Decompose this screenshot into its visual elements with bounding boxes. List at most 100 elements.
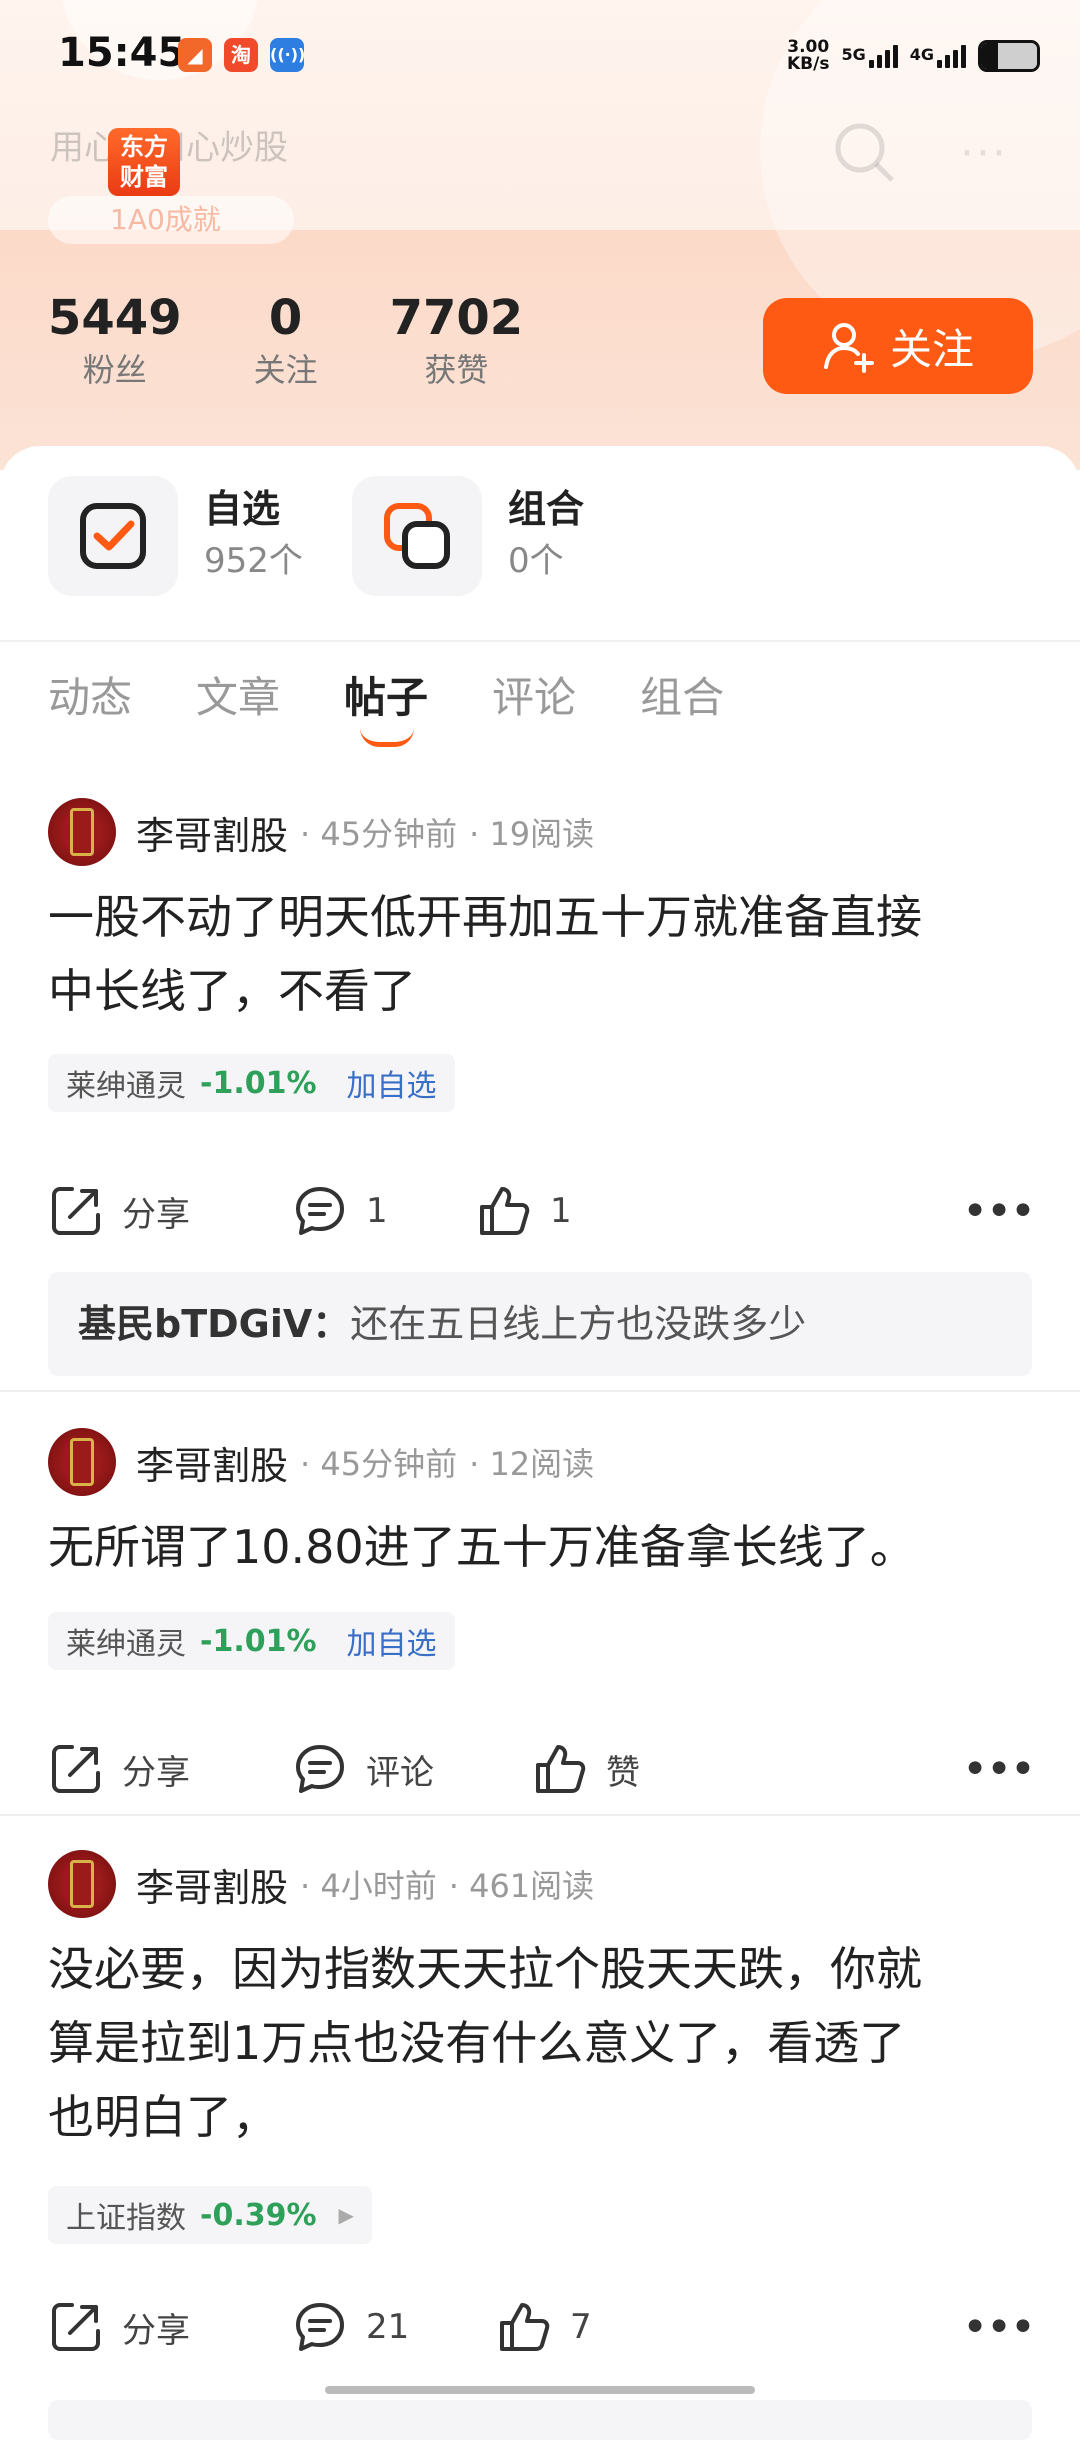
signal-5g-icon: 5G xyxy=(841,44,898,68)
signal-bar xyxy=(884,49,890,68)
stock-change: -1.01% xyxy=(200,1065,317,1101)
home-indicator[interactable] xyxy=(325,2386,755,2394)
avatar[interactable] xyxy=(48,1850,116,1918)
comment-button[interactable]: 21 xyxy=(292,2292,409,2362)
add-watchlist-link[interactable]: 加自选 xyxy=(347,1619,437,1663)
stat-following[interactable]: 0 关注 xyxy=(254,288,318,392)
content-tabs: 动态 文章 帖子 评论 组合 xyxy=(48,664,788,747)
search-icon[interactable] xyxy=(830,118,900,203)
signal-4g-icon: 4G xyxy=(909,44,966,68)
post-author[interactable]: 李哥割股 xyxy=(136,1857,288,1912)
more-options-icon[interactable]: ••• xyxy=(962,1176,1036,1246)
portfolio-icon xyxy=(384,503,450,569)
tab-articles[interactable]: 文章 xyxy=(196,664,280,725)
post-header: 李哥割股 · 4小时前 · 461阅读 xyxy=(48,1848,594,1920)
quick-portfolio[interactable]: 组合 0个 xyxy=(352,476,584,596)
portfolio-count: 0个 xyxy=(508,541,564,581)
status-time: 15:45 xyxy=(58,30,186,76)
notification-app-icon: ◢ xyxy=(178,38,212,72)
tab-comments[interactable]: 评论 xyxy=(492,664,576,725)
avatar[interactable] xyxy=(48,1428,116,1496)
thumbs-up-icon xyxy=(536,1745,586,1793)
share-button[interactable]: 分享 xyxy=(48,1176,190,1246)
thumbs-up-icon xyxy=(480,1187,530,1235)
comment-button[interactable]: 评论 xyxy=(292,1734,434,1804)
top-comment[interactable]: 基民bTDGiV：还在五日线上方也没跌多少 xyxy=(48,1272,1032,1376)
signal-bar xyxy=(876,54,882,68)
more-options-icon[interactable]: ••• xyxy=(962,2292,1036,2362)
post-content[interactable]: 没必要，因为指数天天拉个股天天跌，你就 算是拉到1万点也没有什么意义了，看透了 … xyxy=(48,1932,1038,2154)
comment-user: 基民bTDGiV： xyxy=(78,1302,351,1346)
post-card[interactable]: 李哥割股 · 45分钟前 · 19阅读 一股不动了明天低开再加五十万就准备直接 … xyxy=(0,796,1080,1376)
status-bar: 15:45 ◢ 淘 ((·)) 3.00 KB/s 5G 4G xyxy=(0,0,1080,110)
post-content[interactable]: 一股不动了明天低开再加五十万就准备直接 中长线了，不看了 xyxy=(48,880,1038,1028)
signal-bar xyxy=(868,59,874,68)
like-count: 7 xyxy=(570,2307,592,2347)
like-button[interactable]: 7 xyxy=(496,2292,592,2362)
thumbs-up-icon xyxy=(500,2303,550,2351)
post-card[interactable]: 李哥割股 · 45分钟前 · 12阅读 无所谓了10.80进了五十万准备拿长线了… xyxy=(0,1426,1080,1826)
taobao-app-icon: 淘 xyxy=(224,38,258,72)
comment-button[interactable]: 1 xyxy=(292,1176,388,1246)
signal-5g-label: 5G xyxy=(841,44,866,64)
signal-4g-label: 4G xyxy=(909,44,934,64)
tab-posts[interactable]: 帖子 xyxy=(344,664,428,747)
follow-button[interactable]: 关注 xyxy=(763,298,1033,394)
share-icon xyxy=(52,2303,100,2351)
stat-value: 0 xyxy=(268,290,303,346)
post-card[interactable]: 李哥割股 · 4小时前 · 461阅读 没必要，因为指数天天拉个股天天跌，你就 … xyxy=(0,1848,1080,2440)
active-tab-indicator xyxy=(360,728,415,747)
battery-empty xyxy=(997,43,1037,69)
share-icon xyxy=(52,1745,100,1793)
post-time: · 45分钟前 xyxy=(300,815,458,853)
watchlist-count: 952个 xyxy=(204,541,303,581)
stock-name: 上证指数 xyxy=(66,2201,186,2236)
tab-portfolios[interactable]: 组合 xyxy=(640,664,724,725)
brand-logo-line1: 东方 xyxy=(120,133,168,161)
stat-label: 关注 xyxy=(253,351,318,389)
post-reads: · 19阅读 xyxy=(469,815,595,853)
post-line: 没必要，因为指数天天拉个股天天跌，你就 xyxy=(48,1942,922,1996)
tab-activity[interactable]: 动态 xyxy=(48,664,132,725)
comment-count: 21 xyxy=(366,2307,410,2347)
share-label: 分享 xyxy=(122,2310,190,2351)
signal-bar xyxy=(953,49,958,68)
stock-name: 莱绅通灵 xyxy=(66,1069,186,1104)
share-label: 分享 xyxy=(122,1752,190,1793)
post-actions: 分享 1 1 ••• xyxy=(48,1176,1038,1246)
top-comment[interactable] xyxy=(48,2400,1032,2440)
watchlist-title: 自选 xyxy=(204,487,281,531)
comment-label: 评论 xyxy=(366,1752,434,1793)
post-content[interactable]: 无所谓了10.80进了五十万准备拿长线了。 xyxy=(48,1510,1038,1584)
signal-bar xyxy=(945,54,950,68)
more-options-icon[interactable]: ••• xyxy=(962,1734,1036,1804)
post-line: 无所谓了10.80进了五十万准备拿长线了。 xyxy=(48,1520,916,1574)
stat-likes[interactable]: 7702 获赞 xyxy=(390,288,524,392)
quick-watchlist[interactable]: 自选 952个 xyxy=(48,476,303,596)
stock-change: -0.39% xyxy=(200,2197,317,2233)
share-button[interactable]: 分享 xyxy=(48,1734,190,1804)
stock-tag[interactable]: 莱绅通灵 -1.01% 加自选 xyxy=(48,1054,455,1112)
comment-icon xyxy=(296,1187,344,1235)
profile-header: 用心，用心炒股 1A0成就 ··· 东方 财富 15:45 ◢ 淘 ((·)) … xyxy=(0,0,1080,470)
like-count: 1 xyxy=(550,1191,572,1231)
post-header: 李哥割股 · 45分钟前 · 12阅读 xyxy=(48,1426,594,1498)
post-divider xyxy=(0,1814,1080,1816)
post-line: 中长线了，不看了 xyxy=(48,964,416,1018)
stock-tag[interactable]: 莱绅通灵 -1.01% 加自选 xyxy=(48,1612,455,1670)
avatar[interactable] xyxy=(48,798,116,866)
like-button[interactable]: 赞 xyxy=(532,1734,640,1804)
post-author[interactable]: 李哥割股 xyxy=(136,1435,288,1490)
like-button[interactable]: 1 xyxy=(476,1176,572,1246)
like-label: 赞 xyxy=(606,1752,640,1793)
add-watchlist-link[interactable]: 加自选 xyxy=(347,1061,437,1105)
more-icon[interactable]: ··· xyxy=(960,128,1008,179)
stat-fans[interactable]: 5449 粉丝 xyxy=(48,288,182,392)
post-author[interactable]: 李哥割股 xyxy=(136,805,288,860)
share-button[interactable]: 分享 xyxy=(48,2292,190,2362)
chevron-right-icon: ▶ xyxy=(338,2203,354,2227)
network-speed: 3.00 KB/s xyxy=(787,39,829,73)
honor-pill[interactable]: 1A0成就 xyxy=(48,196,294,244)
stock-tag[interactable]: 上证指数 -0.39% ▶ xyxy=(48,2186,372,2244)
post-line: 一股不动了明天低开再加五十万就准备直接 xyxy=(48,890,922,944)
